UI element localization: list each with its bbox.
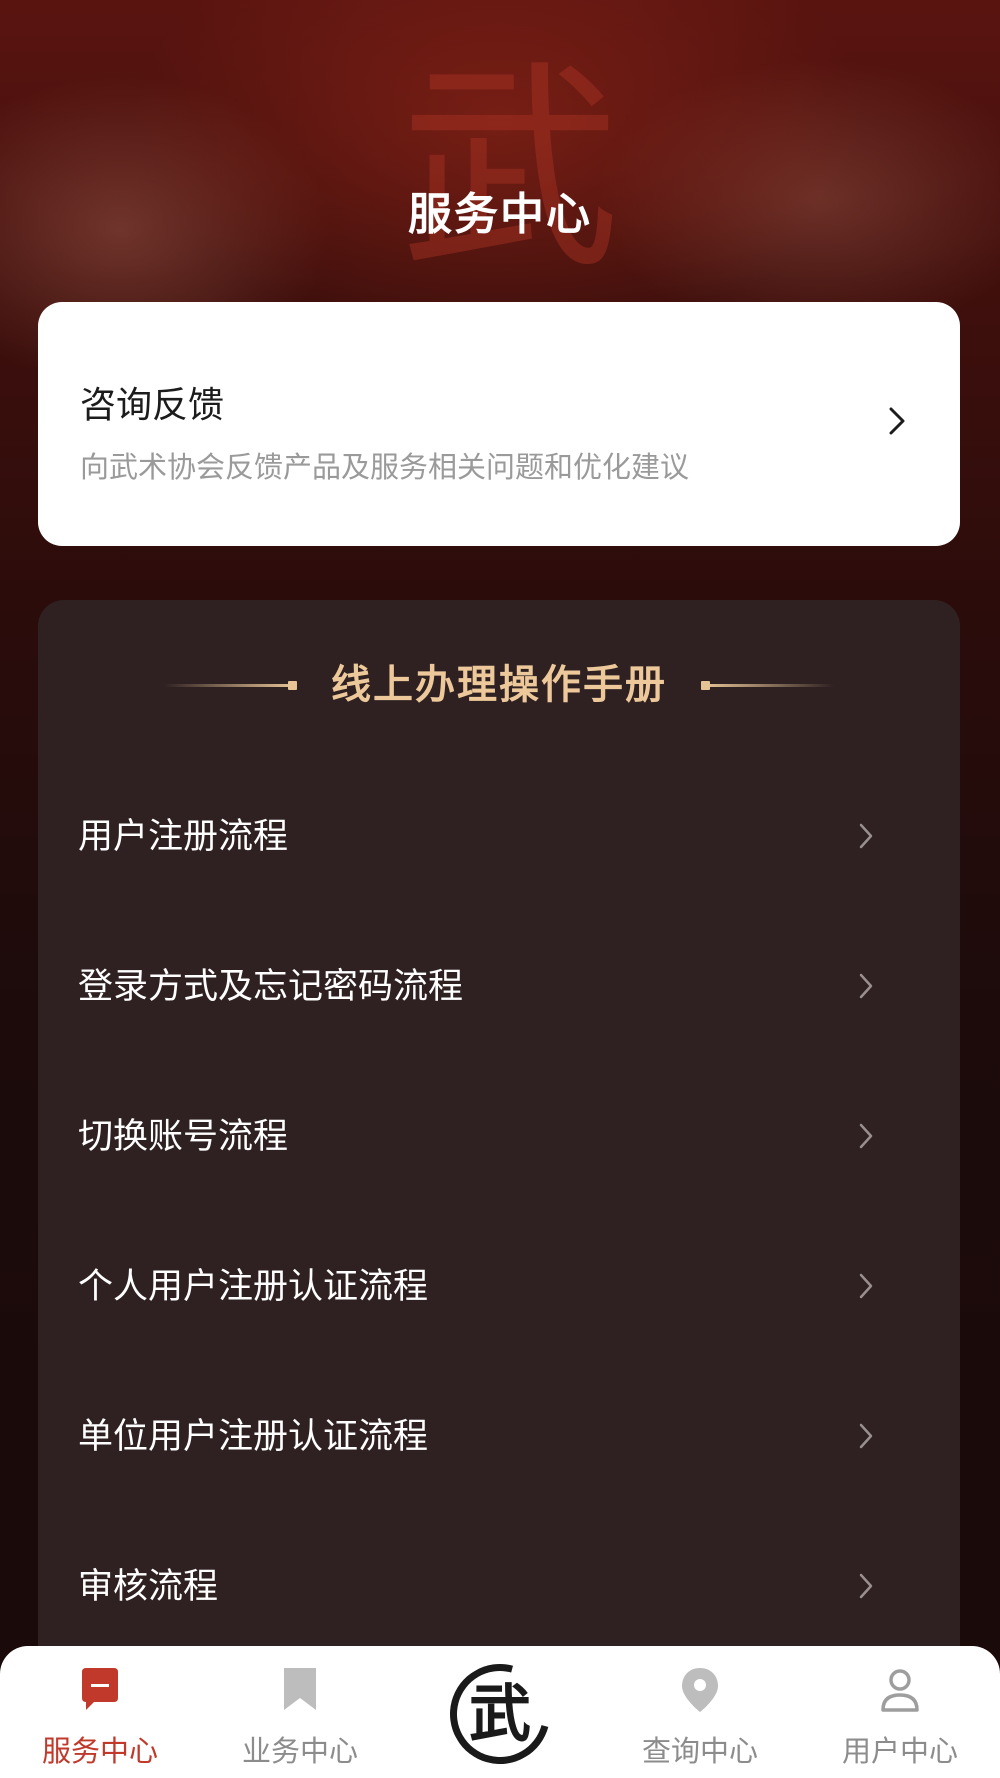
tab-label: 业务中心 (241, 1734, 358, 1768)
tab-service-center[interactable]: 服务中心 (0, 1646, 200, 1778)
manual-item-label: 切换账号流程 (78, 1117, 289, 1157)
chevron-right-icon (889, 407, 905, 435)
manual-item-label: 登录方式及忘记密码流程 (78, 967, 464, 1007)
tab-label: 查询中心 (641, 1734, 758, 1768)
feedback-card[interactable]: 咨询反馈 向武术协会反馈产品及服务相关问题和优化建议 (38, 302, 960, 546)
center-logo-button[interactable]: 武 (431, 1645, 569, 1778)
manual-item-label: 单位用户注册认证流程 (78, 1417, 429, 1457)
manual-item-label: 审核流程 (78, 1567, 219, 1607)
chevron-right-icon (859, 823, 873, 849)
tab-user-center[interactable]: 用户中心 (800, 1646, 1000, 1778)
manual-item-label: 个人用户注册认证流程 (78, 1267, 429, 1307)
manual-title-row: 线上办理操作手册 (38, 660, 960, 710)
chevron-right-icon (859, 1423, 873, 1449)
manual-item-login-password[interactable]: 登录方式及忘记密码流程 (38, 910, 960, 1060)
chevron-right-icon (859, 1123, 873, 1149)
manual-list: 用户注册流程 登录方式及忘记密码流程 切换账号流程 个人用户注册认证流程 单位用… (38, 760, 960, 1660)
feedback-title: 咨询反馈 (80, 385, 225, 426)
user-icon (881, 1669, 919, 1712)
title-decoration-right (704, 684, 834, 687)
manual-item-label: 用户注册流程 (78, 817, 289, 857)
chat-bubble-icon (82, 1668, 118, 1710)
manual-item-review-process[interactable]: 审核流程 (38, 1510, 960, 1660)
chevron-right-icon (859, 1573, 873, 1599)
feedback-description: 向武术协会反馈产品及服务相关问题和优化建议 (80, 450, 690, 484)
page-title: 服务中心 (408, 189, 592, 240)
location-pin-icon (682, 1668, 718, 1712)
manual-panel: 线上办理操作手册 用户注册流程 登录方式及忘记密码流程 切换账号流程 个人用户注… (38, 600, 960, 1778)
background-wu-character: 武 (400, 42, 621, 298)
tab-label: 服务中心 (41, 1734, 158, 1768)
chevron-right-icon (859, 973, 873, 999)
manual-item-user-registration[interactable]: 用户注册流程 (38, 760, 960, 910)
manual-item-switch-account[interactable]: 切换账号流程 (38, 1060, 960, 1210)
manual-item-personal-verification[interactable]: 个人用户注册认证流程 (38, 1210, 960, 1360)
center-logo-char: 武 (468, 1677, 531, 1750)
tab-label: 用户中心 (841, 1734, 958, 1768)
tab-business-center[interactable]: 业务中心 (200, 1646, 400, 1778)
bookmark-icon (284, 1668, 316, 1710)
tab-query-center[interactable]: 查询中心 (600, 1646, 800, 1778)
chevron-right-icon (859, 1273, 873, 1299)
manual-item-organization-verification[interactable]: 单位用户注册认证流程 (38, 1360, 960, 1510)
